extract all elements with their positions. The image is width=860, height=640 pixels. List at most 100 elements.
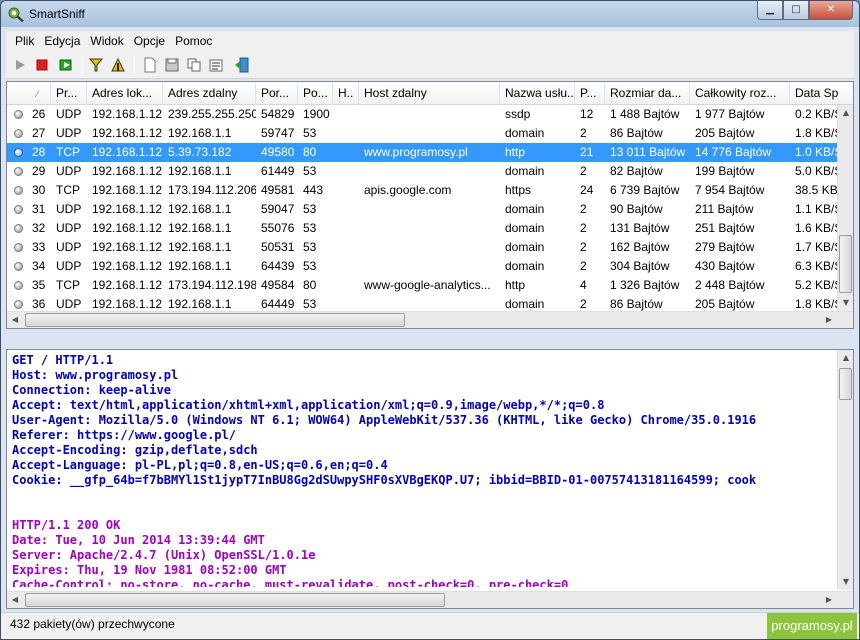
cell-speed: 1.0 KB/S bbox=[795, 145, 837, 159]
table-vertical-scrollbar[interactable]: ▲ ▼ bbox=[837, 105, 853, 311]
cell-packets: 2 bbox=[580, 221, 587, 235]
scrollbar-thumb[interactable] bbox=[839, 368, 852, 400]
column-header-total-size[interactable]: Całkowity roz... bbox=[690, 82, 790, 105]
column-header-data-size[interactable]: Rozmiar da... bbox=[605, 82, 690, 105]
cell-data: 131 Bajtów bbox=[610, 221, 670, 235]
cell-lport: 49580 bbox=[261, 145, 295, 159]
title-bar[interactable]: SmartSniff ▁ □ ✕ bbox=[1, 1, 859, 27]
close-button[interactable]: ✕ bbox=[809, 1, 853, 20]
cell-service: domain bbox=[505, 164, 545, 178]
table-row[interactable]: 28 TCP 192.168.1.12 5.39.73.182 49580 80 www.p… bbox=[7, 143, 837, 162]
stop-icon[interactable] bbox=[34, 57, 50, 73]
response-line: Cache-Control: no-store, no-cache, must-… bbox=[12, 578, 569, 587]
cell-proto: TCP bbox=[56, 145, 80, 159]
cell-host bbox=[359, 219, 500, 238]
cell-remote: 192.168.1.1 bbox=[168, 240, 232, 254]
cell-local: 192.168.1.12 bbox=[92, 107, 163, 121]
cell-lport: 61449 bbox=[261, 164, 295, 178]
table-row[interactable]: 34 UDP 192.168.1.12 192.168.1.1 64439 53 domai… bbox=[7, 257, 837, 276]
scroll-up-icon[interactable]: ▲ bbox=[838, 105, 853, 121]
capture-icon[interactable] bbox=[58, 57, 74, 73]
response-line: Server: Apache/2.4.7 (Unix) OpenSSL/1.0.… bbox=[12, 548, 316, 562]
menu-edycja[interactable]: Edycja bbox=[39, 34, 85, 48]
stream-detail-pane: GET / HTTP/1.1 Host: www.programosy.pl Con… bbox=[6, 349, 854, 609]
cell-h bbox=[333, 219, 359, 238]
column-header-remote-host[interactable]: Host zdalny bbox=[359, 82, 500, 105]
new-icon[interactable] bbox=[142, 57, 158, 73]
cell-lport: 49584 bbox=[261, 278, 295, 292]
column-header-remote-port[interactable]: Po... bbox=[298, 82, 333, 105]
column-header-local-port[interactable]: Por... bbox=[256, 82, 298, 105]
detail-horizontal-scrollbar[interactable]: ◀ ▶ bbox=[7, 591, 853, 608]
column-header-packets[interactable]: P... bbox=[575, 82, 605, 105]
cell-idx: 34 bbox=[32, 259, 46, 273]
cell-lport: 64439 bbox=[261, 259, 295, 273]
table-row[interactable]: 26 UDP 192.168.1.12 239.255.255.250 54829 190… bbox=[7, 105, 837, 124]
menu-widok[interactable]: Widok bbox=[85, 34, 128, 48]
cell-rport: 53 bbox=[303, 240, 317, 254]
cell-data: 1 326 Bajtów bbox=[610, 278, 680, 292]
cell-data: 90 Bajtów bbox=[610, 202, 663, 216]
table-row[interactable]: 27 UDP 192.168.1.12 192.168.1.1 59747 53 domai… bbox=[7, 124, 837, 143]
stream-content[interactable]: GET / HTTP/1.1 Host: www.programosy.pl Con… bbox=[12, 353, 838, 587]
copy-icon[interactable] bbox=[186, 57, 202, 73]
properties-icon[interactable] bbox=[208, 57, 224, 73]
minimize-icon: ▁ bbox=[766, 4, 774, 15]
scroll-right-icon[interactable]: ▶ bbox=[821, 312, 837, 328]
column-header-service[interactable]: Nazwa usłu... bbox=[500, 82, 575, 105]
scroll-right-icon[interactable]: ▶ bbox=[821, 592, 837, 608]
scroll-down-icon[interactable]: ▼ bbox=[838, 295, 853, 311]
table-row[interactable]: 33 UDP 192.168.1.12 192.168.1.1 50531 53 domai… bbox=[7, 238, 837, 257]
cell-h bbox=[333, 105, 359, 124]
column-header-h[interactable]: H.. bbox=[333, 82, 359, 105]
filter-icon[interactable] bbox=[88, 57, 104, 73]
column-header-remote-address[interactable]: Adres zdalny bbox=[163, 82, 256, 105]
column-header-local-address[interactable]: Adres lok... bbox=[87, 82, 163, 105]
column-header-protocol[interactable]: Pr... bbox=[51, 82, 87, 105]
sort-indicator-icon: ⁄ bbox=[36, 89, 39, 99]
scroll-left-icon[interactable]: ◀ bbox=[7, 592, 23, 608]
menu-pomoc[interactable]: Pomoc bbox=[170, 34, 217, 48]
maximize-button[interactable]: □ bbox=[783, 1, 809, 20]
pane-splitter[interactable] bbox=[6, 329, 854, 349]
save-icon[interactable] bbox=[164, 57, 180, 73]
cell-proto: TCP bbox=[56, 183, 80, 197]
response-line: Expires: Thu, 19 Nov 1981 08:52:00 GMT bbox=[12, 563, 287, 577]
column-header-speed[interactable]: Data Sp bbox=[790, 82, 853, 105]
cell-host bbox=[359, 124, 500, 143]
detail-vertical-scrollbar[interactable]: ▲ ▼ bbox=[837, 350, 853, 590]
minimize-button[interactable]: ▁ bbox=[757, 1, 783, 20]
table-horizontal-scrollbar[interactable]: ◀ ▶ bbox=[7, 311, 853, 328]
maximize-icon: □ bbox=[791, 4, 801, 15]
cell-remote: 239.255.255.250 bbox=[168, 107, 256, 121]
cell-service: https bbox=[505, 183, 532, 197]
scrollbar-thumb[interactable] bbox=[25, 313, 405, 327]
scrollbar-thumb[interactable] bbox=[25, 593, 445, 607]
cell-packets: 2 bbox=[580, 126, 587, 140]
request-line: GET / HTTP/1.1 bbox=[12, 353, 114, 367]
table-row[interactable]: 29 UDP 192.168.1.12 192.168.1.1 61449 53 domai… bbox=[7, 162, 837, 181]
scroll-up-icon[interactable]: ▲ bbox=[838, 350, 853, 366]
cell-local: 192.168.1.12 bbox=[92, 145, 163, 159]
scroll-left-icon[interactable]: ◀ bbox=[7, 312, 23, 328]
play-icon[interactable] bbox=[12, 57, 28, 73]
scroll-down-icon[interactable]: ▼ bbox=[838, 574, 853, 590]
filter-clear-icon[interactable] bbox=[110, 57, 126, 73]
menu-opcje[interactable]: Opcje bbox=[129, 34, 170, 48]
cell-idx: 30 bbox=[32, 183, 46, 197]
table-row[interactable]: 35 TCP 192.168.1.12 173.194.112.198 49584 80 w… bbox=[7, 276, 837, 295]
table-row[interactable]: 30 TCP 192.168.1.12 173.194.112.206 49581 443… bbox=[7, 181, 837, 200]
table-row[interactable]: 32 UDP 192.168.1.12 192.168.1.1 55076 53 domai… bbox=[7, 219, 837, 238]
cell-total: 199 Bajtów bbox=[695, 164, 755, 178]
scrollbar-thumb[interactable] bbox=[839, 235, 852, 293]
cell-host: apis.google.com bbox=[364, 183, 452, 197]
request-line: Accept: text/html,application/xhtml+xml,… bbox=[12, 398, 605, 412]
cell-total: 7 954 Bajtów bbox=[695, 183, 765, 197]
window-controls: ▁ □ ✕ bbox=[757, 1, 853, 20]
connection-status-icon bbox=[14, 224, 23, 233]
exit-icon[interactable] bbox=[234, 57, 250, 73]
column-header-index[interactable]: ⁄ bbox=[7, 82, 51, 105]
table-row[interactable]: 31 UDP 192.168.1.12 192.168.1.1 59047 53 domai… bbox=[7, 200, 837, 219]
menu-plik[interactable]: Plik bbox=[10, 34, 39, 48]
